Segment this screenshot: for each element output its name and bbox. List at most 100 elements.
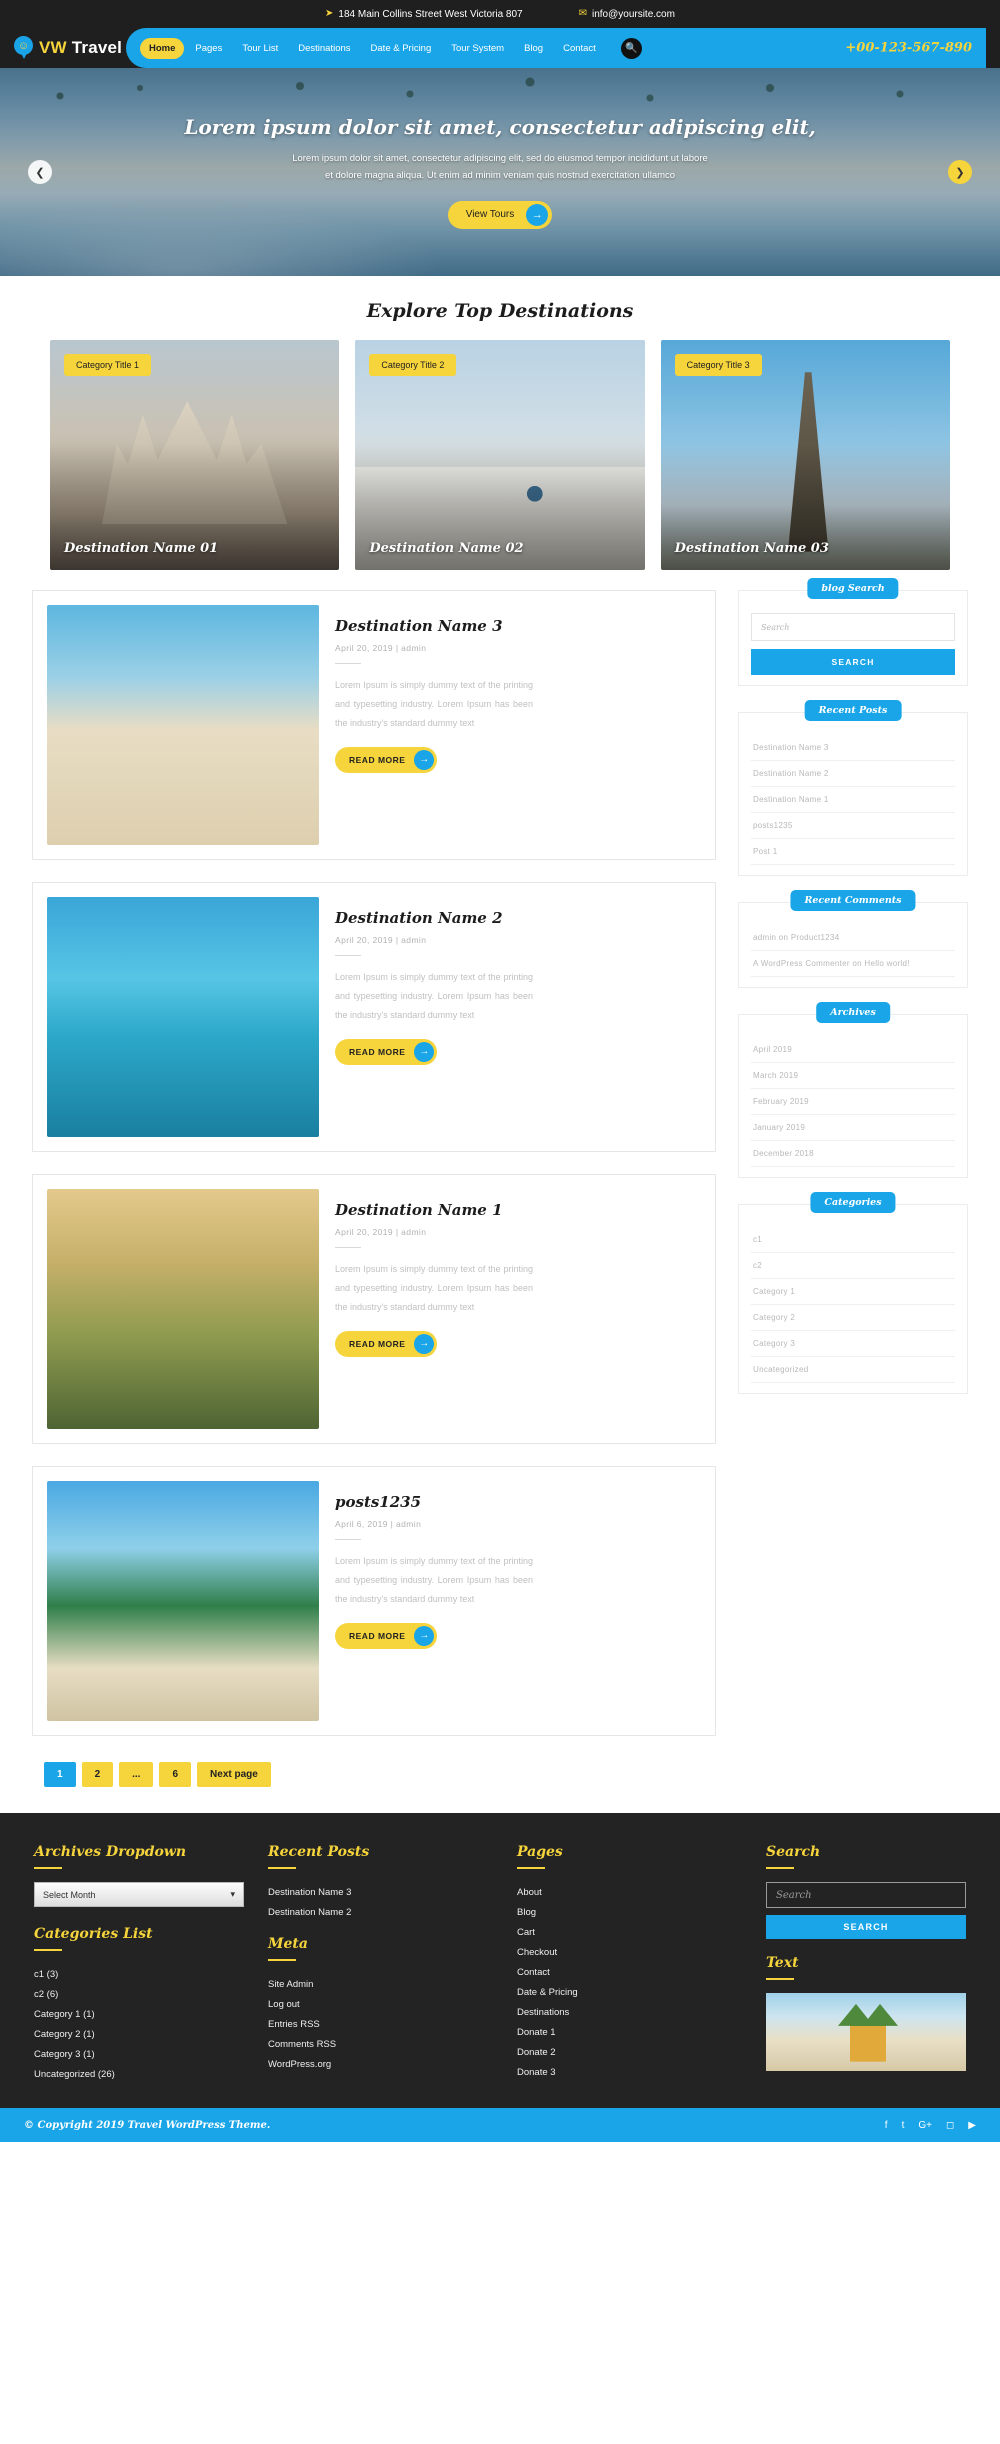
post-thumbnail[interactable] xyxy=(47,605,319,845)
card-title: Destination Name 03 xyxy=(674,541,829,556)
search-input[interactable]: Search xyxy=(751,613,955,641)
destination-card[interactable]: Category Title 3 Destination Name 03 xyxy=(660,340,950,570)
next-page-button[interactable]: Next page xyxy=(197,1762,271,1787)
nav-item-blog[interactable]: Blog xyxy=(515,38,552,59)
list-item[interactable]: c2 xyxy=(751,1253,955,1279)
arrow-right-icon: → xyxy=(414,1041,435,1062)
page-button-1[interactable]: 1 xyxy=(44,1762,76,1787)
page-button-2[interactable]: 2 xyxy=(81,1762,114,1787)
slider-prev-button[interactable]: ❮ xyxy=(28,160,52,184)
list-item[interactable]: Entries RSS xyxy=(268,2014,493,2034)
map-pin-smiley-icon: ☺ xyxy=(14,36,33,60)
list-item[interactable]: Destination Name 2 xyxy=(268,1902,493,1922)
list-item[interactable]: Comments RSS xyxy=(268,2034,493,2054)
main-navigation: Home Pages Tour List Destinations Date &… xyxy=(126,28,986,68)
read-more-button[interactable]: READ MORE → xyxy=(335,1038,438,1065)
site-footer: Archives Dropdown Select Month ▾ Categor… xyxy=(0,1813,1000,2108)
blog-post-item: posts1235 April 6, 2019 | admin Lorem Ip… xyxy=(32,1466,716,1736)
list-item[interactable]: Donate 2 xyxy=(517,2042,742,2062)
list-item[interactable]: WordPress.org xyxy=(268,2054,493,2074)
list-item[interactable]: admin on Product1234 xyxy=(751,925,955,951)
list-item[interactable]: Post 1 xyxy=(751,839,955,865)
list-item[interactable]: Uncategorized xyxy=(751,1357,955,1383)
list-item[interactable]: c1 (3) xyxy=(34,1964,244,1984)
page-button-6[interactable]: 6 xyxy=(159,1762,192,1787)
view-tours-button[interactable]: View Tours → xyxy=(447,200,553,229)
list-item[interactable]: Donate 3 xyxy=(517,2062,742,2082)
nav-item-home[interactable]: Home xyxy=(140,37,185,59)
list-item[interactable]: Contact xyxy=(517,1962,742,1982)
instagram-icon[interactable]: ◻ xyxy=(946,2120,954,2131)
nav-item-tour-system[interactable]: Tour System xyxy=(442,38,513,59)
list-item[interactable]: Destinations xyxy=(517,2002,742,2022)
search-icon[interactable]: 🔍 xyxy=(620,37,642,59)
destination-card[interactable]: Category Title 2 Destination Name 02 xyxy=(355,340,645,570)
post-title[interactable]: Destination Name 1 xyxy=(335,1201,701,1219)
post-excerpt: Lorem Ipsum is simply dummy text of the … xyxy=(335,1264,533,1312)
list-item[interactable]: Log out xyxy=(268,1994,493,2014)
list-item[interactable]: April 2019 xyxy=(751,1037,955,1063)
list-item[interactable]: Category 3 (1) xyxy=(34,2044,244,2064)
widget-title: Categories xyxy=(810,1192,896,1213)
destination-card[interactable]: Category Title 1 Destination Name 01 xyxy=(50,340,340,570)
nav-item-contact[interactable]: Contact xyxy=(554,38,605,59)
list-item[interactable]: Destination Name 3 xyxy=(751,735,955,761)
list-item[interactable]: Destination Name 3 xyxy=(268,1882,493,1902)
list-item[interactable]: Category 1 xyxy=(751,1279,955,1305)
google-plus-icon[interactable]: G+ xyxy=(918,2120,932,2131)
youtube-icon[interactable]: ▶ xyxy=(968,2120,976,2131)
list-item[interactable]: Category 2 (1) xyxy=(34,2024,244,2044)
widget-recent-posts: Recent Posts Destination Name 3 Destinat… xyxy=(738,700,968,876)
email-block[interactable]: ✉ info@yoursite.com xyxy=(579,9,675,20)
footer-col-pages: Pages About Blog Cart Checkout Contact D… xyxy=(517,1843,742,2084)
blog-list: Destination Name 3 April 20, 2019 | admi… xyxy=(32,590,716,1787)
list-item[interactable]: February 2019 xyxy=(751,1089,955,1115)
read-more-button[interactable]: READ MORE → xyxy=(335,1622,438,1649)
read-more-button[interactable]: READ MORE → xyxy=(335,746,438,773)
list-item[interactable]: Uncategorized (26) xyxy=(34,2064,244,2084)
list-item[interactable]: Destination Name 2 xyxy=(751,761,955,787)
post-thumbnail[interactable] xyxy=(47,1189,319,1429)
facebook-icon[interactable]: f xyxy=(885,2120,888,2131)
brand-name: VW Travel xyxy=(39,38,122,58)
list-item[interactable]: Site Admin xyxy=(268,1974,493,1994)
list-item[interactable]: posts1235 xyxy=(751,813,955,839)
brand-logo[interactable]: ☺ VW Travel xyxy=(14,36,126,60)
post-thumbnail[interactable] xyxy=(47,897,319,1137)
list-item[interactable]: January 2019 xyxy=(751,1115,955,1141)
list-item[interactable]: About xyxy=(517,1882,742,1902)
twitter-icon[interactable]: t xyxy=(902,2120,905,2131)
list-item[interactable]: December 2018 xyxy=(751,1141,955,1167)
archives-select[interactable]: Select Month ▾ xyxy=(34,1882,244,1907)
slider-next-button[interactable]: ❯ xyxy=(948,160,972,184)
read-more-button[interactable]: READ MORE → xyxy=(335,1330,438,1357)
list-item[interactable]: Category 3 xyxy=(751,1331,955,1357)
heading-underline xyxy=(268,1867,296,1869)
widget-title: Recent Posts xyxy=(804,700,902,721)
nav-item-tour-list[interactable]: Tour List xyxy=(233,38,287,59)
phone-number[interactable]: +00-123-567-890 xyxy=(845,41,972,56)
nav-item-pages[interactable]: Pages xyxy=(186,38,231,59)
post-thumbnail[interactable] xyxy=(47,1481,319,1721)
post-title[interactable]: Destination Name 2 xyxy=(335,909,701,927)
nav-item-destinations[interactable]: Destinations xyxy=(289,38,359,59)
footer-search-input[interactable]: Search xyxy=(766,1882,966,1908)
post-title[interactable]: posts1235 xyxy=(335,1493,701,1511)
search-button[interactable]: SEARCH xyxy=(751,649,955,675)
list-item[interactable]: Destination Name 1 xyxy=(751,787,955,813)
list-item[interactable]: Blog xyxy=(517,1902,742,1922)
list-item[interactable]: Date & Pricing xyxy=(517,1982,742,2002)
list-item[interactable]: Donate 1 xyxy=(517,2022,742,2042)
nav-item-date-pricing[interactable]: Date & Pricing xyxy=(362,38,441,59)
list-item[interactable]: March 2019 xyxy=(751,1063,955,1089)
footer-search-button[interactable]: SEARCH xyxy=(766,1915,966,1939)
widget-title: Archives xyxy=(816,1002,890,1023)
list-item[interactable]: Cart xyxy=(517,1922,742,1942)
list-item[interactable]: c1 xyxy=(751,1227,955,1253)
list-item[interactable]: c2 (6) xyxy=(34,1984,244,2004)
list-item[interactable]: Category 2 xyxy=(751,1305,955,1331)
post-title[interactable]: Destination Name 3 xyxy=(335,617,701,635)
list-item[interactable]: Category 1 (1) xyxy=(34,2004,244,2024)
list-item[interactable]: A WordPress Commenter on Hello world! xyxy=(751,951,955,977)
list-item[interactable]: Checkout xyxy=(517,1942,742,1962)
